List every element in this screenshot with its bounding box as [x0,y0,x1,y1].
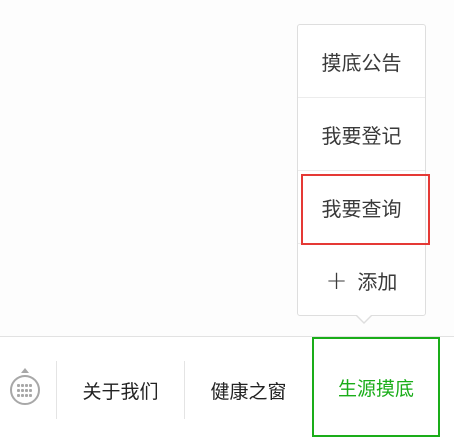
submenu-item-label: 添加 [357,270,398,294]
submenu-item-label: 摸底公告 [321,50,402,75]
keyboard-toggle-button[interactable] [0,337,50,443]
menu-button-student-survey[interactable]: 生源摸底 [312,337,440,437]
bottom-menubar: 关于我们 健康之窗 生源摸底 [0,336,454,444]
submenu-item-label: 我要登记 [321,123,402,148]
menu-button-label: 健康之窗 [210,380,287,403]
submenu-item-add[interactable]: + 添加 [298,244,425,317]
keyboard-icon [10,368,40,405]
submenu-item-register[interactable]: 我要登记 [298,98,425,171]
submenu-pointer-inner [356,314,372,322]
menu-button-about-us[interactable]: 关于我们 [57,337,184,443]
submenu-item-query[interactable]: 我要查询 [298,171,425,244]
plus-icon: + [325,265,348,296]
submenu-item-announcement[interactable]: 摸底公告 [298,25,425,98]
submenu-popup: 摸底公告 我要登记 我要查询 + 添加 [297,24,426,316]
wechat-menu-screen: 摸底公告 我要登记 我要查询 + 添加 关于我们 健康之窗 生源摸底 [0,0,454,444]
menu-button-label: 关于我们 [82,380,159,403]
menu-button-health-window[interactable]: 健康之窗 [185,337,312,443]
menu-button-label: 生源摸底 [337,377,414,400]
submenu-item-label: 我要查询 [321,196,402,221]
